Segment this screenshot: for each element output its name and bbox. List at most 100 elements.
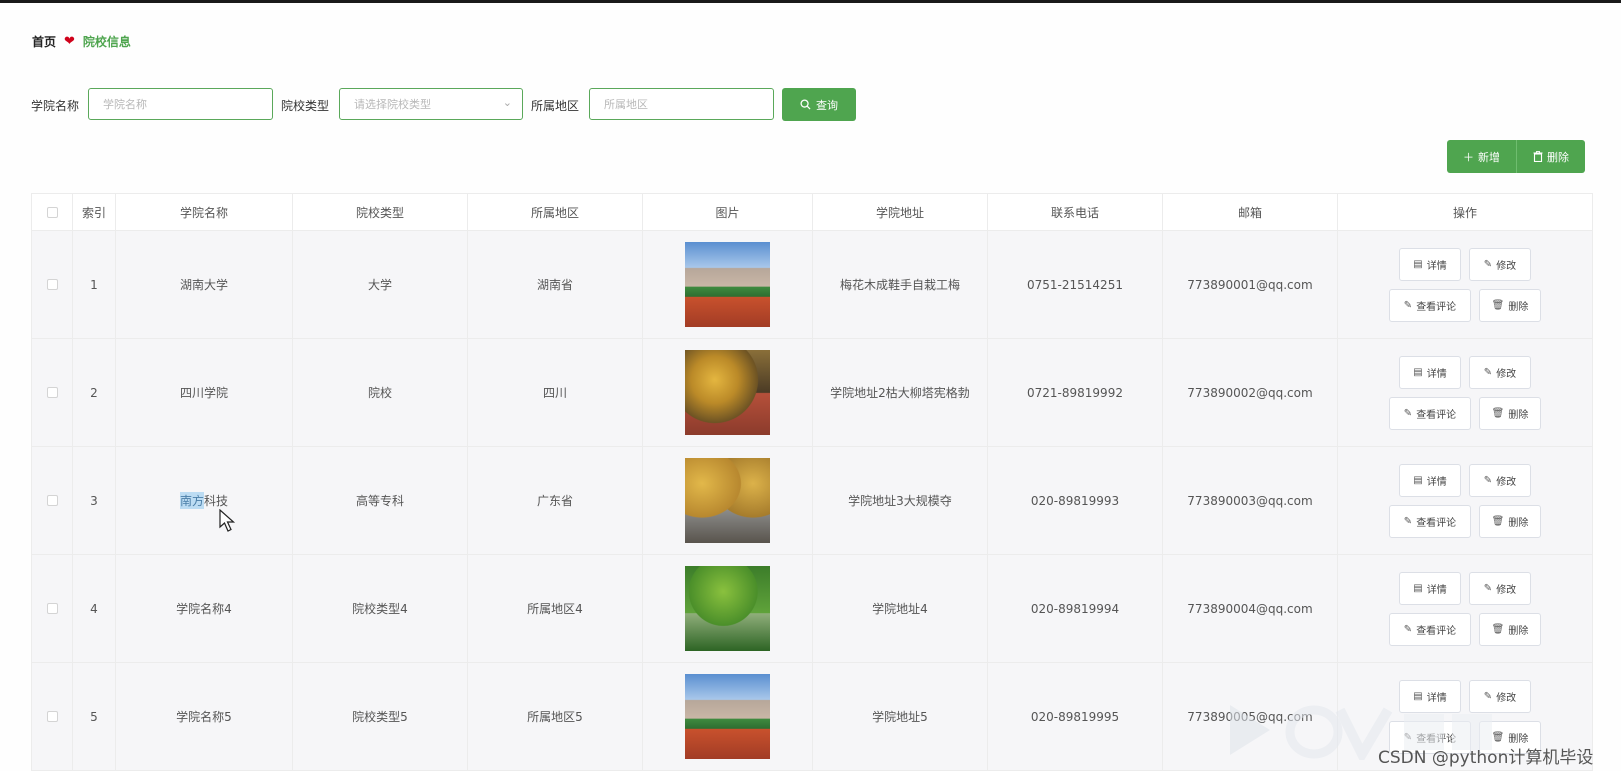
edit-label: 修改 [1496,368,1517,380]
row-image-cell [643,339,813,446]
row-checkbox[interactable] [46,603,58,614]
watermark-text: CSDN @python计算机毕设 [1378,748,1594,768]
college-image[interactable] [685,242,770,327]
search-icon [800,99,811,110]
type-placeholder: 请选择院校类型 [354,98,431,111]
college-image[interactable] [685,566,770,651]
type-select[interactable]: 请选择院校类型 ⌄ [339,88,523,120]
row-select-cell[interactable] [32,231,73,338]
detail-label: 详情 [1426,584,1447,596]
row-email: 773890004@qq.com [1163,555,1338,662]
row-image-cell [643,447,813,554]
document-icon: ▤ [1413,474,1423,486]
row-delete-button[interactable]: 🗑 删除 [1479,396,1541,430]
row-name-rest: 科技 [204,494,229,508]
name-search-input[interactable]: 学院名称 [88,88,273,120]
region-placeholder: 所属地区 [604,98,648,111]
row-index: 3 [73,447,116,554]
row-address: 学院地址3大规模夺 [813,447,988,554]
review-label: 查看评论 [1416,409,1457,421]
college-image[interactable] [685,350,770,435]
row-select-cell[interactable] [32,555,73,662]
add-button[interactable]: ＋ 新增 [1447,140,1516,173]
edit-label: 修改 [1496,260,1517,272]
table-body: 1 湖南大学 大学 湖南省 梅花木成鞋手自栽工梅 0751-21514251 7… [32,231,1593,771]
delete-label: 删除 [1508,409,1529,421]
row-region: 所属地区5 [468,663,643,770]
trash-icon: 🗑 [1491,407,1505,419]
select-all-checkbox[interactable] [46,206,58,218]
college-image[interactable] [685,674,770,759]
row-select-cell[interactable] [32,663,73,770]
row-type: 高等专科 [293,447,468,554]
row-index: 5 [73,663,116,770]
trash-icon: 🗑 [1491,515,1505,527]
row-type: 大学 [293,231,468,338]
row-region: 所属地区4 [468,555,643,662]
detail-button[interactable]: ▤ 详情 [1399,355,1461,389]
edit-button[interactable]: ✎ 修改 [1469,355,1531,389]
row-delete-button[interactable]: 🗑 删除 [1479,288,1541,322]
row-index: 2 [73,339,116,446]
row-checkbox[interactable] [46,711,58,722]
pencil-icon: ✎ [1483,582,1493,594]
row-actions: ▤详情 ✎修改 ✎查看评论 🗑删除 [1338,555,1593,662]
document-icon: ▤ [1413,582,1423,594]
header-index: 索引 [73,194,116,230]
detail-button[interactable]: ▤ 详情 [1399,571,1461,605]
edit-button[interactable]: ✎ 修改 [1469,247,1531,281]
row-address: 学院地址2枯大柳塔宪格勃 [813,339,988,446]
delete-button-label: 删除 [1547,150,1569,164]
college-image[interactable] [685,458,770,543]
name-placeholder: 学院名称 [103,98,147,111]
document-icon: ▤ [1413,258,1423,270]
header-image: 图片 [643,194,813,230]
review-label: 查看评论 [1416,625,1457,637]
review-label: 查看评论 [1416,301,1457,313]
heart-icon: ❤ [64,33,75,49]
row-phone: 020-89819994 [988,555,1163,662]
detail-button[interactable]: ▤ 详情 [1399,247,1461,281]
row-select-cell[interactable] [32,447,73,554]
pencil-icon: ✎ [1483,474,1493,486]
breadcrumb-current: 院校信息 [82,34,131,49]
edit-button[interactable]: ✎ 修改 [1469,463,1531,497]
edit-label: 修改 [1496,584,1517,596]
row-phone: 020-89819995 [988,663,1163,770]
row-region: 广东省 [468,447,643,554]
row-email: 773890003@qq.com [1163,447,1338,554]
view-reviews-button[interactable]: ✎查看评论 [1389,396,1471,430]
header-type: 院校类型 [293,194,468,230]
breadcrumb-home[interactable]: 首页 [32,33,56,50]
row-index: 1 [73,231,116,338]
type-label: 院校类型 [281,99,330,113]
trash-icon: 🗑 [1491,623,1505,635]
view-reviews-button[interactable]: ✎查看评论 [1389,504,1471,538]
detail-label: 详情 [1426,476,1447,488]
detail-label: 详情 [1426,260,1447,272]
row-delete-button[interactable]: 🗑 删除 [1479,612,1541,646]
header-name: 学院名称 [116,194,293,230]
header-select-all[interactable] [32,194,73,230]
row-delete-button[interactable]: 🗑 删除 [1479,504,1541,538]
delete-button[interactable]: 删除 [1516,140,1585,173]
mouse-cursor-icon [219,509,236,532]
table-header: 索引 学院名称 院校类型 所属地区 图片 学院地址 联系电话 邮箱 操作 [32,194,1593,231]
breadcrumb: 首页 ❤ 院校信息 [32,33,131,49]
table-row: 4 学院名称4 院校类型4 所属地区4 学院地址4 020-89819994 7… [32,555,1593,663]
delete-label: 删除 [1508,301,1529,313]
view-reviews-button[interactable]: ✎查看评论 [1389,288,1471,322]
query-button[interactable]: 查询 [782,88,856,121]
region-search-input[interactable]: 所属地区 [589,88,774,120]
row-checkbox[interactable] [46,495,58,506]
row-image-cell [643,231,813,338]
row-checkbox[interactable] [46,387,58,398]
detail-button[interactable]: ▤ 详情 [1399,463,1461,497]
view-reviews-button[interactable]: ✎查看评论 [1389,612,1471,646]
name-label: 学院名称 [31,99,80,113]
edit-button[interactable]: ✎ 修改 [1469,571,1531,605]
trash-icon: 🗑 [1491,299,1505,311]
row-checkbox[interactable] [46,279,58,290]
row-select-cell[interactable] [32,339,73,446]
row-type: 院校 [293,339,468,446]
